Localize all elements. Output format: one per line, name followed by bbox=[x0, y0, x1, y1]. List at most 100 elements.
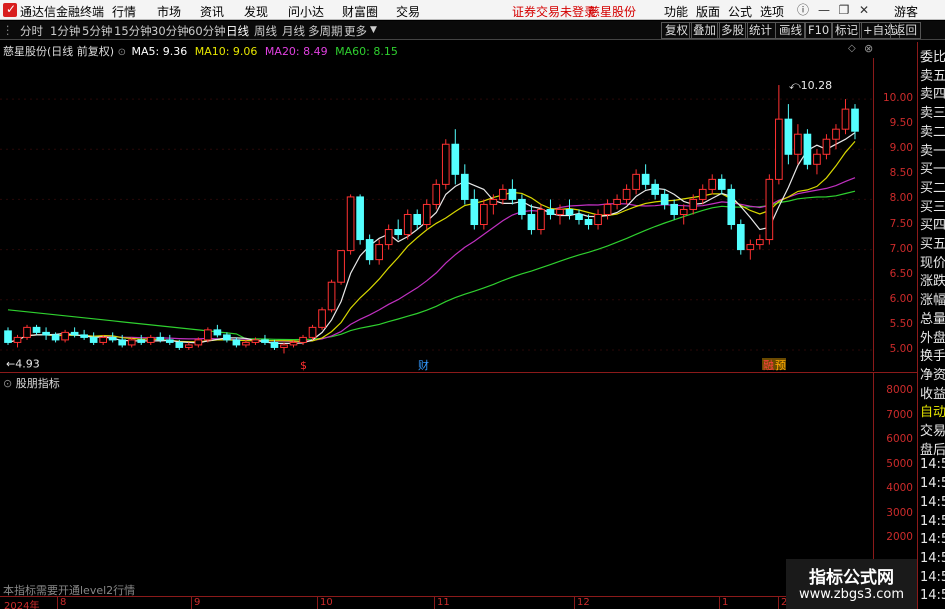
candle-up bbox=[251, 339, 260, 343]
candle-down bbox=[451, 143, 460, 175]
quote-label: 委比 bbox=[920, 50, 945, 65]
tab-30min[interactable]: 30分钟 bbox=[151, 23, 189, 39]
more-chevron-icon[interactable]: ▼ bbox=[370, 25, 377, 35]
date-separator bbox=[778, 597, 779, 609]
candle-up bbox=[194, 339, 203, 346]
draw-line-button[interactable]: 画线 bbox=[775, 22, 806, 39]
candle-up bbox=[403, 213, 412, 236]
indicator-tick: 4000 bbox=[886, 482, 913, 494]
chart-close-icon[interactable]: ⊗ bbox=[864, 42, 873, 55]
candle-up bbox=[23, 326, 31, 338]
restore-icon[interactable]: ❐ bbox=[836, 2, 852, 18]
menu-wealth[interactable]: 财富圈 bbox=[342, 3, 378, 20]
multi-stock-button[interactable]: 多股 bbox=[717, 22, 748, 39]
chart-info-line: 慈星股份(日线 前复权) ⊙ MA5: 9.36 MA10: 9.06 MA20… bbox=[3, 43, 398, 59]
mark-button[interactable]: 标记 bbox=[831, 22, 862, 39]
candle-down bbox=[851, 108, 859, 132]
quote-label: 现价 bbox=[920, 255, 945, 271]
menu-market[interactable]: 市场 bbox=[157, 3, 181, 20]
quote-label: 14:5 bbox=[920, 457, 945, 473]
candle-down bbox=[575, 213, 583, 220]
price-tick: 7.00 bbox=[889, 242, 913, 255]
menu-trade[interactable]: 交易 bbox=[396, 3, 420, 20]
price-tick: 9.00 bbox=[889, 142, 913, 155]
date-tick: 8 bbox=[60, 597, 67, 608]
trade-login-notice[interactable]: 证券交易未登录 bbox=[512, 3, 596, 20]
minimize-icon[interactable]: — bbox=[816, 2, 832, 18]
ma5-label: MA5: 9.36 bbox=[131, 45, 188, 58]
tab-more[interactable]: 更多 bbox=[344, 23, 367, 39]
f10-button[interactable]: F10 bbox=[804, 22, 834, 39]
menu-layout[interactable]: 版面 bbox=[696, 3, 720, 20]
adjust-button[interactable]: 复权 bbox=[661, 22, 692, 39]
tab-5min[interactable]: 5分钟 bbox=[82, 23, 112, 39]
menu-quotes[interactable]: 行情 bbox=[112, 3, 136, 20]
candle-down bbox=[508, 188, 517, 200]
quote-label: 卖二 bbox=[920, 124, 945, 140]
candle-down bbox=[4, 330, 12, 343]
candle-down bbox=[670, 203, 679, 215]
stats-button[interactable]: 统计 bbox=[745, 22, 776, 39]
candle-down bbox=[546, 208, 555, 215]
user-guest[interactable]: 游客 bbox=[894, 3, 918, 20]
candle-down bbox=[470, 198, 479, 226]
candle-up bbox=[308, 326, 317, 338]
quote-label: 买四 bbox=[920, 218, 945, 234]
candle-down bbox=[108, 336, 117, 341]
candle-down bbox=[80, 334, 88, 338]
ma10-line bbox=[7, 141, 856, 343]
candle-up bbox=[204, 329, 212, 341]
candle-down bbox=[137, 339, 146, 343]
candle-up bbox=[765, 178, 774, 241]
candle-up bbox=[441, 143, 450, 185]
overlay-button[interactable]: 叠加 bbox=[689, 22, 720, 39]
tab-monthly[interactable]: 月线 bbox=[282, 23, 305, 39]
candle-down bbox=[784, 118, 793, 155]
candle-down bbox=[51, 334, 60, 341]
menu-function[interactable]: 功能 bbox=[664, 3, 688, 20]
date-tick: 9 bbox=[194, 597, 201, 608]
price-tick: 5.00 bbox=[889, 342, 913, 355]
quote-label: 卖三 bbox=[920, 106, 945, 122]
menu-ask[interactable]: 问小达 bbox=[288, 3, 324, 20]
candle-up bbox=[689, 198, 698, 210]
candle-down bbox=[651, 183, 659, 195]
date-separator bbox=[434, 597, 435, 609]
tab-60min[interactable]: 60分钟 bbox=[188, 23, 226, 39]
tab-15min[interactable]: 15分钟 bbox=[114, 23, 152, 39]
quote-label: 14:5 bbox=[920, 494, 945, 510]
candle-up bbox=[146, 336, 155, 343]
close-icon[interactable]: ✕ bbox=[856, 2, 872, 18]
info-icon[interactable]: ⓘ bbox=[795, 2, 811, 18]
candle-down bbox=[565, 208, 574, 215]
candle-down bbox=[356, 196, 364, 241]
candle-up bbox=[698, 188, 707, 200]
candle-down bbox=[518, 198, 526, 215]
indicator-tick: 5000 bbox=[886, 457, 913, 470]
candle-down bbox=[727, 188, 736, 226]
candle-up bbox=[318, 309, 326, 328]
menu-options[interactable]: 选项 bbox=[760, 3, 784, 20]
tab-1min[interactable]: 1分钟 bbox=[50, 23, 80, 39]
candlestick-chart[interactable]: ⤺10.28 ←4.93 $ 财 融预 bbox=[0, 58, 873, 371]
price-tick: 5.50 bbox=[889, 317, 913, 330]
menu-formula[interactable]: 公式 bbox=[728, 3, 752, 20]
candle-up bbox=[822, 138, 831, 155]
diamond-icon[interactable]: ◇ bbox=[848, 43, 856, 54]
candle-up bbox=[280, 344, 288, 348]
tab-daily[interactable]: 日线 bbox=[226, 23, 249, 39]
indicator-tick: 6000 bbox=[886, 433, 913, 445]
chart-menu-icon[interactable]: ⊙ bbox=[118, 47, 126, 58]
candle-up bbox=[489, 198, 498, 205]
tab-multi-period[interactable]: 多周期 bbox=[308, 23, 343, 39]
menu-discover[interactable]: 发现 bbox=[244, 3, 268, 20]
tab-weekly[interactable]: 周线 bbox=[254, 23, 277, 39]
date-separator bbox=[191, 597, 192, 609]
tab-timeshare[interactable]: 分时 bbox=[20, 23, 43, 39]
back-button[interactable]: 返回 bbox=[890, 22, 921, 39]
menu-news[interactable]: 资讯 bbox=[200, 3, 224, 20]
period-toolbar: ⋮ 分时 1分钟 5分钟 15分钟 30分钟 60分钟 日线 周线 月线 多周期… bbox=[0, 21, 945, 40]
event-marker-forecast: 预 bbox=[775, 359, 786, 371]
candle-down bbox=[365, 239, 374, 261]
quote-label: 涨幅 bbox=[920, 293, 945, 309]
